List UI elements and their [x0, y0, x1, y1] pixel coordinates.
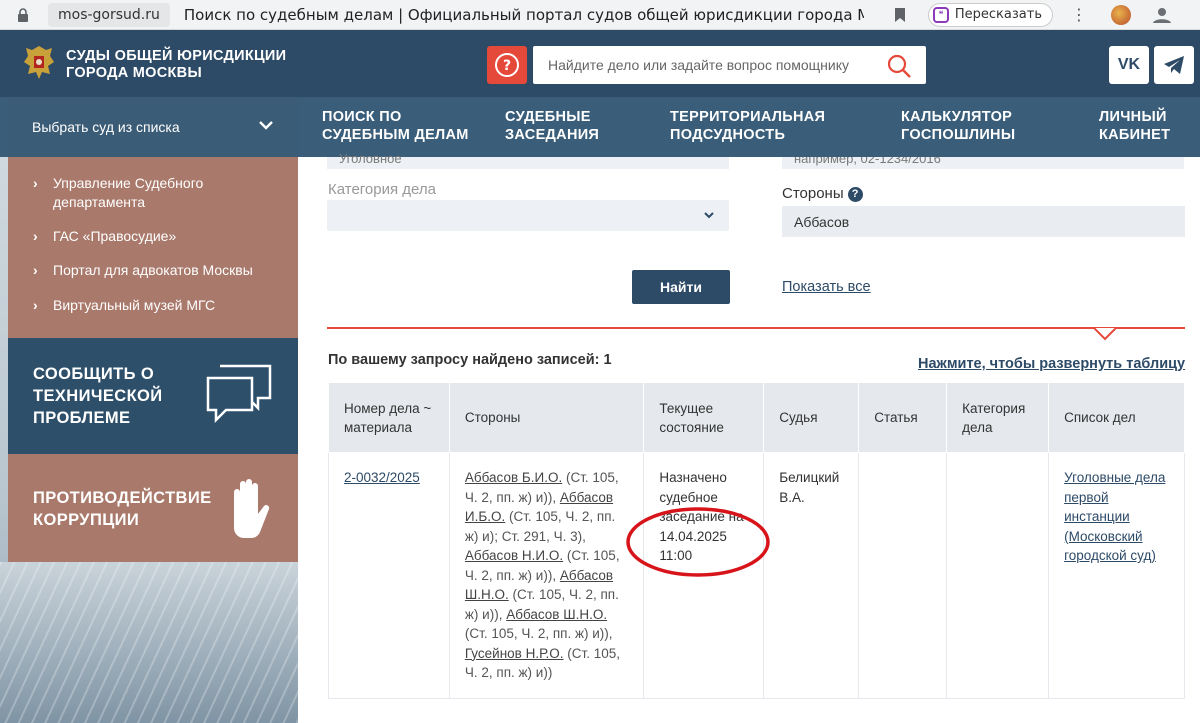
cell-judge: Белицкий В.А.	[763, 452, 860, 699]
case-number-link[interactable]: 2-0032/2025	[344, 470, 420, 485]
nav-hearings[interactable]: СУДЕБНЫЕ ЗАСЕДАНИЯ	[505, 108, 599, 144]
sidebar-item-gas-pravosudie[interactable]: › ГАС «Правосудие»	[33, 227, 176, 246]
table-header-row: Номер дела ~ материала Стороны Текущее с…	[328, 382, 1185, 453]
chevron-right-icon: ›	[33, 262, 38, 278]
cell-case-list: Уголовные дела первой инстанции (Московс…	[1048, 452, 1185, 699]
parties-label: Стороны?	[782, 185, 863, 202]
chevron-down-icon	[259, 121, 273, 130]
lock-icon[interactable]	[16, 7, 30, 22]
show-all-link[interactable]: Показать все	[782, 279, 871, 295]
col-category: Категория дела	[946, 382, 1050, 453]
brand-title[interactable]: СУДЫ ОБЩЕЙ ЮРИСДИКЦИИ ГОРОДА МОСКВЫ	[66, 48, 286, 82]
sidebar-item-museum[interactable]: › Виртуальный музей МГС	[33, 296, 215, 315]
telegram-icon	[1164, 56, 1184, 74]
bookmark-icon[interactable]	[894, 7, 908, 23]
case-list-link[interactable]: Уголовные дела первой инстанции (Московс…	[1064, 470, 1165, 563]
main-nav: Выбрать суд из списка ПОИСК ПО СУДЕБНЫМ Д…	[0, 97, 1200, 157]
sidebar-item-lawyers-portal[interactable]: › Портал для адвокатов Москвы	[33, 261, 253, 280]
profile-icon[interactable]	[1151, 7, 1173, 23]
browser-toolbar: mos-gorsud.ru Поиск по судебным делам | …	[0, 0, 1200, 30]
svg-text:?: ?	[503, 58, 511, 74]
extension-icon[interactable]	[1111, 4, 1131, 25]
vk-button[interactable]: VK	[1109, 46, 1149, 84]
party-link[interactable]: Аббасов Н.И.О.	[465, 548, 563, 563]
parties-input[interactable]	[782, 206, 1185, 237]
cell-category	[946, 452, 1050, 699]
case-number-input[interactable]: например, 02-1234/2016	[782, 157, 1184, 169]
category-label: Категория дела	[328, 181, 436, 198]
cell-article	[858, 452, 948, 699]
page-title-bar: Поиск по судебным делам | Официальный по…	[183, 5, 864, 24]
party-link[interactable]: Аббасов Б.И.О.	[465, 470, 562, 485]
cell-parties: Аббасов Б.И.О. (Ст. 105, Ч. 2, пп. ж) и)…	[448, 452, 645, 699]
report-problem-banner[interactable]: СООБЩИТЬ О ТЕХНИЧЕСКОЙ ПРОБЛЕМЕ	[8, 338, 298, 454]
nav-jurisdiction[interactable]: ТЕРРИТОРИАЛЬНАЯ ПОДСУДНОСТЬ	[670, 108, 825, 144]
chevron-right-icon: ›	[33, 175, 38, 191]
retell-label: Пересказать	[954, 7, 1042, 22]
party-link[interactable]: Гусейнов Н.Р.О.	[465, 646, 564, 661]
col-case-number[interactable]: Номер дела ~ материала	[328, 382, 450, 453]
col-parties: Стороны	[448, 382, 645, 453]
help-icon[interactable]: ?	[847, 186, 863, 202]
col-article: Статья	[858, 382, 948, 453]
cell-case-number: 2-0032/2025	[328, 452, 450, 699]
col-judge: Судья	[763, 382, 860, 453]
hand-icon	[234, 479, 270, 538]
nav-fee-calculator[interactable]: КАЛЬКУЛЯТОР ГОСПОШЛИНЫ	[901, 108, 1015, 144]
results-count: По вашему запросу найдено записей: 1	[328, 352, 612, 368]
question-icon: ?	[495, 53, 519, 77]
col-status: Текущее состояние	[643, 382, 765, 453]
chat-bubbles-icon	[206, 364, 272, 424]
annotation-circle	[626, 507, 770, 577]
search-icon[interactable]	[886, 53, 912, 79]
divider	[327, 327, 1185, 329]
collapse-chevron-icon[interactable]	[1094, 322, 1116, 344]
vk-icon: VK	[1117, 56, 1141, 73]
retell-icon: ❝	[932, 6, 949, 23]
search-input[interactable]	[533, 46, 926, 84]
chevron-right-icon: ›	[33, 297, 38, 313]
anti-corruption-banner[interactable]: ПРОТИВОДЕЙСТВИЕ КОРРУПЦИИ	[8, 454, 298, 562]
chevron-right-icon: ›	[33, 228, 38, 244]
telegram-button[interactable]	[1154, 46, 1194, 84]
sidebar-item-department[interactable]: › Управление Судебного департамента	[33, 174, 203, 212]
party-link[interactable]: Аббасов Ш.Н.О.	[506, 607, 607, 622]
find-button[interactable]: Найти	[632, 270, 730, 304]
sidebar-links: › Управление Судебного департамента › ГА…	[8, 157, 298, 338]
more-options-icon[interactable]: ⋮	[1071, 5, 1087, 24]
case-type-select[interactable]: Уголовное	[327, 151, 729, 169]
expand-table-link[interactable]: Нажмите, чтобы развернуть таблицу	[918, 356, 1185, 372]
help-button[interactable]: ?	[487, 46, 527, 84]
retell-button[interactable]: ❝ Пересказать	[927, 2, 1053, 27]
site-header: СУДЫ ОБЩЕЙ ЮРИСДИКЦИИ ГОРОДА МОСКВЫ ? VK	[0, 30, 1200, 97]
nav-account[interactable]: ЛИЧНЫЙ КАБИНЕТ	[1099, 108, 1170, 144]
emblem-icon[interactable]	[22, 42, 56, 82]
court-select[interactable]: Выбрать суд из списка	[8, 97, 298, 157]
address-bar[interactable]: mos-gorsud.ru	[48, 2, 170, 27]
col-case-list: Список дел	[1048, 382, 1185, 453]
category-select[interactable]	[327, 200, 729, 231]
city-illustration	[0, 562, 298, 723]
nav-case-search[interactable]: ПОИСК ПО СУДЕБНЫМ ДЕЛАМ	[322, 108, 469, 144]
chevron-down-icon	[704, 212, 714, 219]
